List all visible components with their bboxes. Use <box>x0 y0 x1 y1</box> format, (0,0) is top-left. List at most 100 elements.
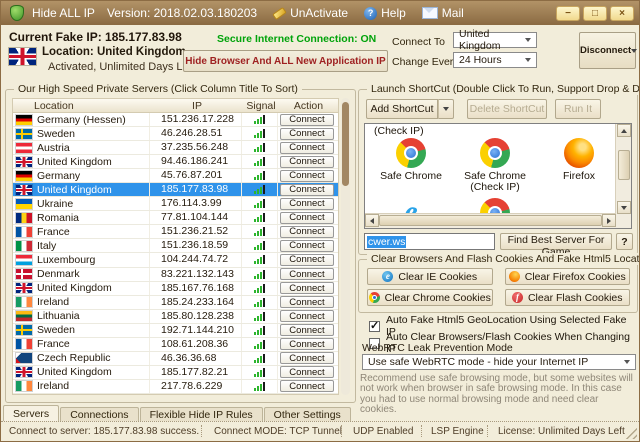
connect-button[interactable]: Connect <box>280 240 334 252</box>
connect-button[interactable]: Connect <box>280 366 334 378</box>
server-row[interactable]: Denmark83.221.132.143Connect <box>13 268 338 282</box>
server-ip: 151.236.18.59 <box>150 239 242 252</box>
cookie-button-label: Clear Firefox Cookies <box>525 271 626 283</box>
connect-button[interactable]: Connect <box>280 352 334 364</box>
fake-geolocation-checkbox[interactable] <box>369 321 380 332</box>
ua-flag-icon <box>16 199 32 209</box>
shortcut-item[interactable]: Safe Chrome(Check IP) <box>453 138 537 193</box>
find-best-server-button[interactable]: Find Best Server For Game <box>500 233 612 250</box>
server-row[interactable]: Luxembourg104.244.74.72Connect <box>13 253 338 267</box>
resize-grip-icon[interactable] <box>625 427 637 439</box>
shortcut-horizontal-scrollbar[interactable] <box>365 213 616 228</box>
server-row[interactable]: Italy151.236.18.59Connect <box>13 239 338 253</box>
scroll-up-button[interactable] <box>617 124 631 137</box>
menu-item-mail[interactable]: Mail <box>422 6 464 20</box>
connect-button[interactable]: Connect <box>280 296 334 308</box>
server-row[interactable]: Lithuania185.80.128.238Connect <box>13 310 338 324</box>
game-domain-input[interactable]: cwer.ws <box>364 233 495 250</box>
server-table-scrollbar[interactable] <box>341 98 350 395</box>
connect-button[interactable]: Connect <box>280 142 334 154</box>
shortcut-item[interactable]: Safe Chrome <box>369 138 453 182</box>
run-shortcut-button[interactable]: Run It <box>555 99 601 119</box>
close-button[interactable]: × <box>610 6 634 21</box>
scrollbar-thumb[interactable] <box>379 215 602 226</box>
shortcut-list[interactable]: (Check IP) Safe ChromeSafe Chrome(Check … <box>364 123 632 229</box>
clear-flash-cookies-button[interactable]: fClear Flash Cookies <box>505 289 631 306</box>
signal-strength-icon <box>254 129 265 138</box>
server-action-cell: Connect <box>278 282 336 295</box>
connect-button[interactable]: Connect <box>280 282 334 294</box>
connect-button[interactable]: Connect <box>280 380 334 392</box>
server-country-label: United Kingdom <box>37 156 112 168</box>
server-row[interactable]: Ukraine176.114.3.99Connect <box>13 197 338 211</box>
server-row[interactable]: Sweden46.246.28.51Connect <box>13 127 338 141</box>
connect-button[interactable]: Connect <box>280 226 334 238</box>
scroll-right-button[interactable] <box>602 214 616 227</box>
delete-shortcut-button[interactable]: Delete ShortCut <box>467 99 547 119</box>
disconnect-dropdown-arrow[interactable] <box>631 49 637 53</box>
unactivate-icon <box>272 6 287 19</box>
clear-firefox-cookies-button[interactable]: Clear Firefox Cookies <box>505 268 631 285</box>
column-header-signal[interactable]: Signal <box>243 100 279 112</box>
add-shortcut-button[interactable]: Add ShortCut <box>366 99 438 119</box>
shortcut-vertical-scrollbar[interactable] <box>615 124 631 214</box>
scrollbar-thumb[interactable] <box>618 150 630 180</box>
server-row[interactable]: France108.61.208.36Connect <box>13 338 338 352</box>
server-action-cell: Connect <box>278 352 336 365</box>
connect-button[interactable]: Connect <box>280 212 334 224</box>
server-row[interactable]: United Kingdom94.46.186.241Connect <box>13 155 338 169</box>
server-row[interactable]: Sweden192.71.144.210Connect <box>13 324 338 338</box>
signal-strength-icon <box>254 255 265 264</box>
server-action-cell: Connect <box>278 239 336 252</box>
connect-button[interactable]: Connect <box>280 114 334 126</box>
minimize-button[interactable]: − <box>556 6 580 21</box>
connect-button[interactable]: Connect <box>280 268 334 280</box>
connect-button[interactable]: Connect <box>280 324 334 336</box>
connect-button[interactable]: Connect <box>280 128 334 140</box>
column-header-location[interactable]: Location <box>13 100 151 112</box>
server-row[interactable]: Romania77.81.104.144Connect <box>13 211 338 225</box>
server-row[interactable]: France151.236.21.52Connect <box>13 225 338 239</box>
scroll-left-button[interactable] <box>365 214 379 227</box>
webrtc-mode-value: Use safe WebRTC mode - hide your Interne… <box>368 356 588 368</box>
scroll-down-button[interactable] <box>617 201 631 214</box>
server-row[interactable]: Ireland185.24.233.164Connect <box>13 296 338 310</box>
shortcut-item[interactable]: Firefox <box>537 138 616 182</box>
connect-button[interactable]: Connect <box>280 156 334 168</box>
maximize-button[interactable]: □ <box>583 6 607 21</box>
menu-item-unactivate[interactable]: UnActivate <box>273 6 348 20</box>
webrtc-mode-select[interactable]: Use safe WebRTC mode - hide your Interne… <box>362 354 636 370</box>
add-shortcut-dropdown-arrow[interactable] <box>438 99 454 119</box>
find-server-help-button[interactable]: ? <box>616 233 633 250</box>
connect-button[interactable]: Connect <box>280 254 334 266</box>
server-row[interactable]: Germany45.76.87.201Connect <box>13 169 338 183</box>
clear-chrome-cookies-button[interactable]: Clear Chrome Cookies <box>367 289 493 306</box>
scrollbar-thumb[interactable] <box>342 102 349 186</box>
server-row[interactable]: United Kingdom185.177.82.21Connect <box>13 366 338 380</box>
server-row[interactable]: Czech Republic46.36.36.68Connect <box>13 352 338 366</box>
connect-button[interactable]: Connect <box>280 184 334 196</box>
server-row[interactable]: Ireland217.78.6.229Connect <box>13 380 338 394</box>
menu-item-help[interactable]: ?Help <box>364 6 406 20</box>
change-every-select[interactable]: 24 Hours <box>453 52 537 68</box>
connect-to-select[interactable]: United Kingdom <box>453 32 537 48</box>
ie-icon: e <box>382 271 393 282</box>
connect-button[interactable]: Connect <box>280 170 334 182</box>
connect-button[interactable]: Connect <box>280 198 334 210</box>
server-ip: 185.177.83.98 <box>150 183 242 196</box>
server-row[interactable]: United Kingdom185.177.83.98Connect <box>13 183 338 197</box>
server-table-header: Location IP Signal Action <box>12 98 339 113</box>
cookie-button-label: Clear Chrome Cookies <box>385 292 491 304</box>
column-header-ip[interactable]: IP <box>151 100 243 112</box>
server-row[interactable]: Austria37.235.56.248Connect <box>13 141 338 155</box>
server-row[interactable]: Germany (Hessen)151.236.17.228Connect <box>13 113 338 127</box>
disconnect-button[interactable]: Disconnect <box>579 32 636 69</box>
column-header-action[interactable]: Action <box>279 100 338 112</box>
shortcut-item[interactable]: e <box>369 198 453 214</box>
server-row[interactable]: United Kingdom185.167.76.168Connect <box>13 282 338 296</box>
hide-browser-button[interactable]: Hide Browser And ALL New Application IP <box>183 50 388 72</box>
clear-ie-cookies-button[interactable]: eClear IE Cookies <box>367 268 493 285</box>
shortcut-item[interactable] <box>453 198 537 214</box>
connect-button[interactable]: Connect <box>280 310 334 322</box>
connect-button[interactable]: Connect <box>280 338 334 350</box>
